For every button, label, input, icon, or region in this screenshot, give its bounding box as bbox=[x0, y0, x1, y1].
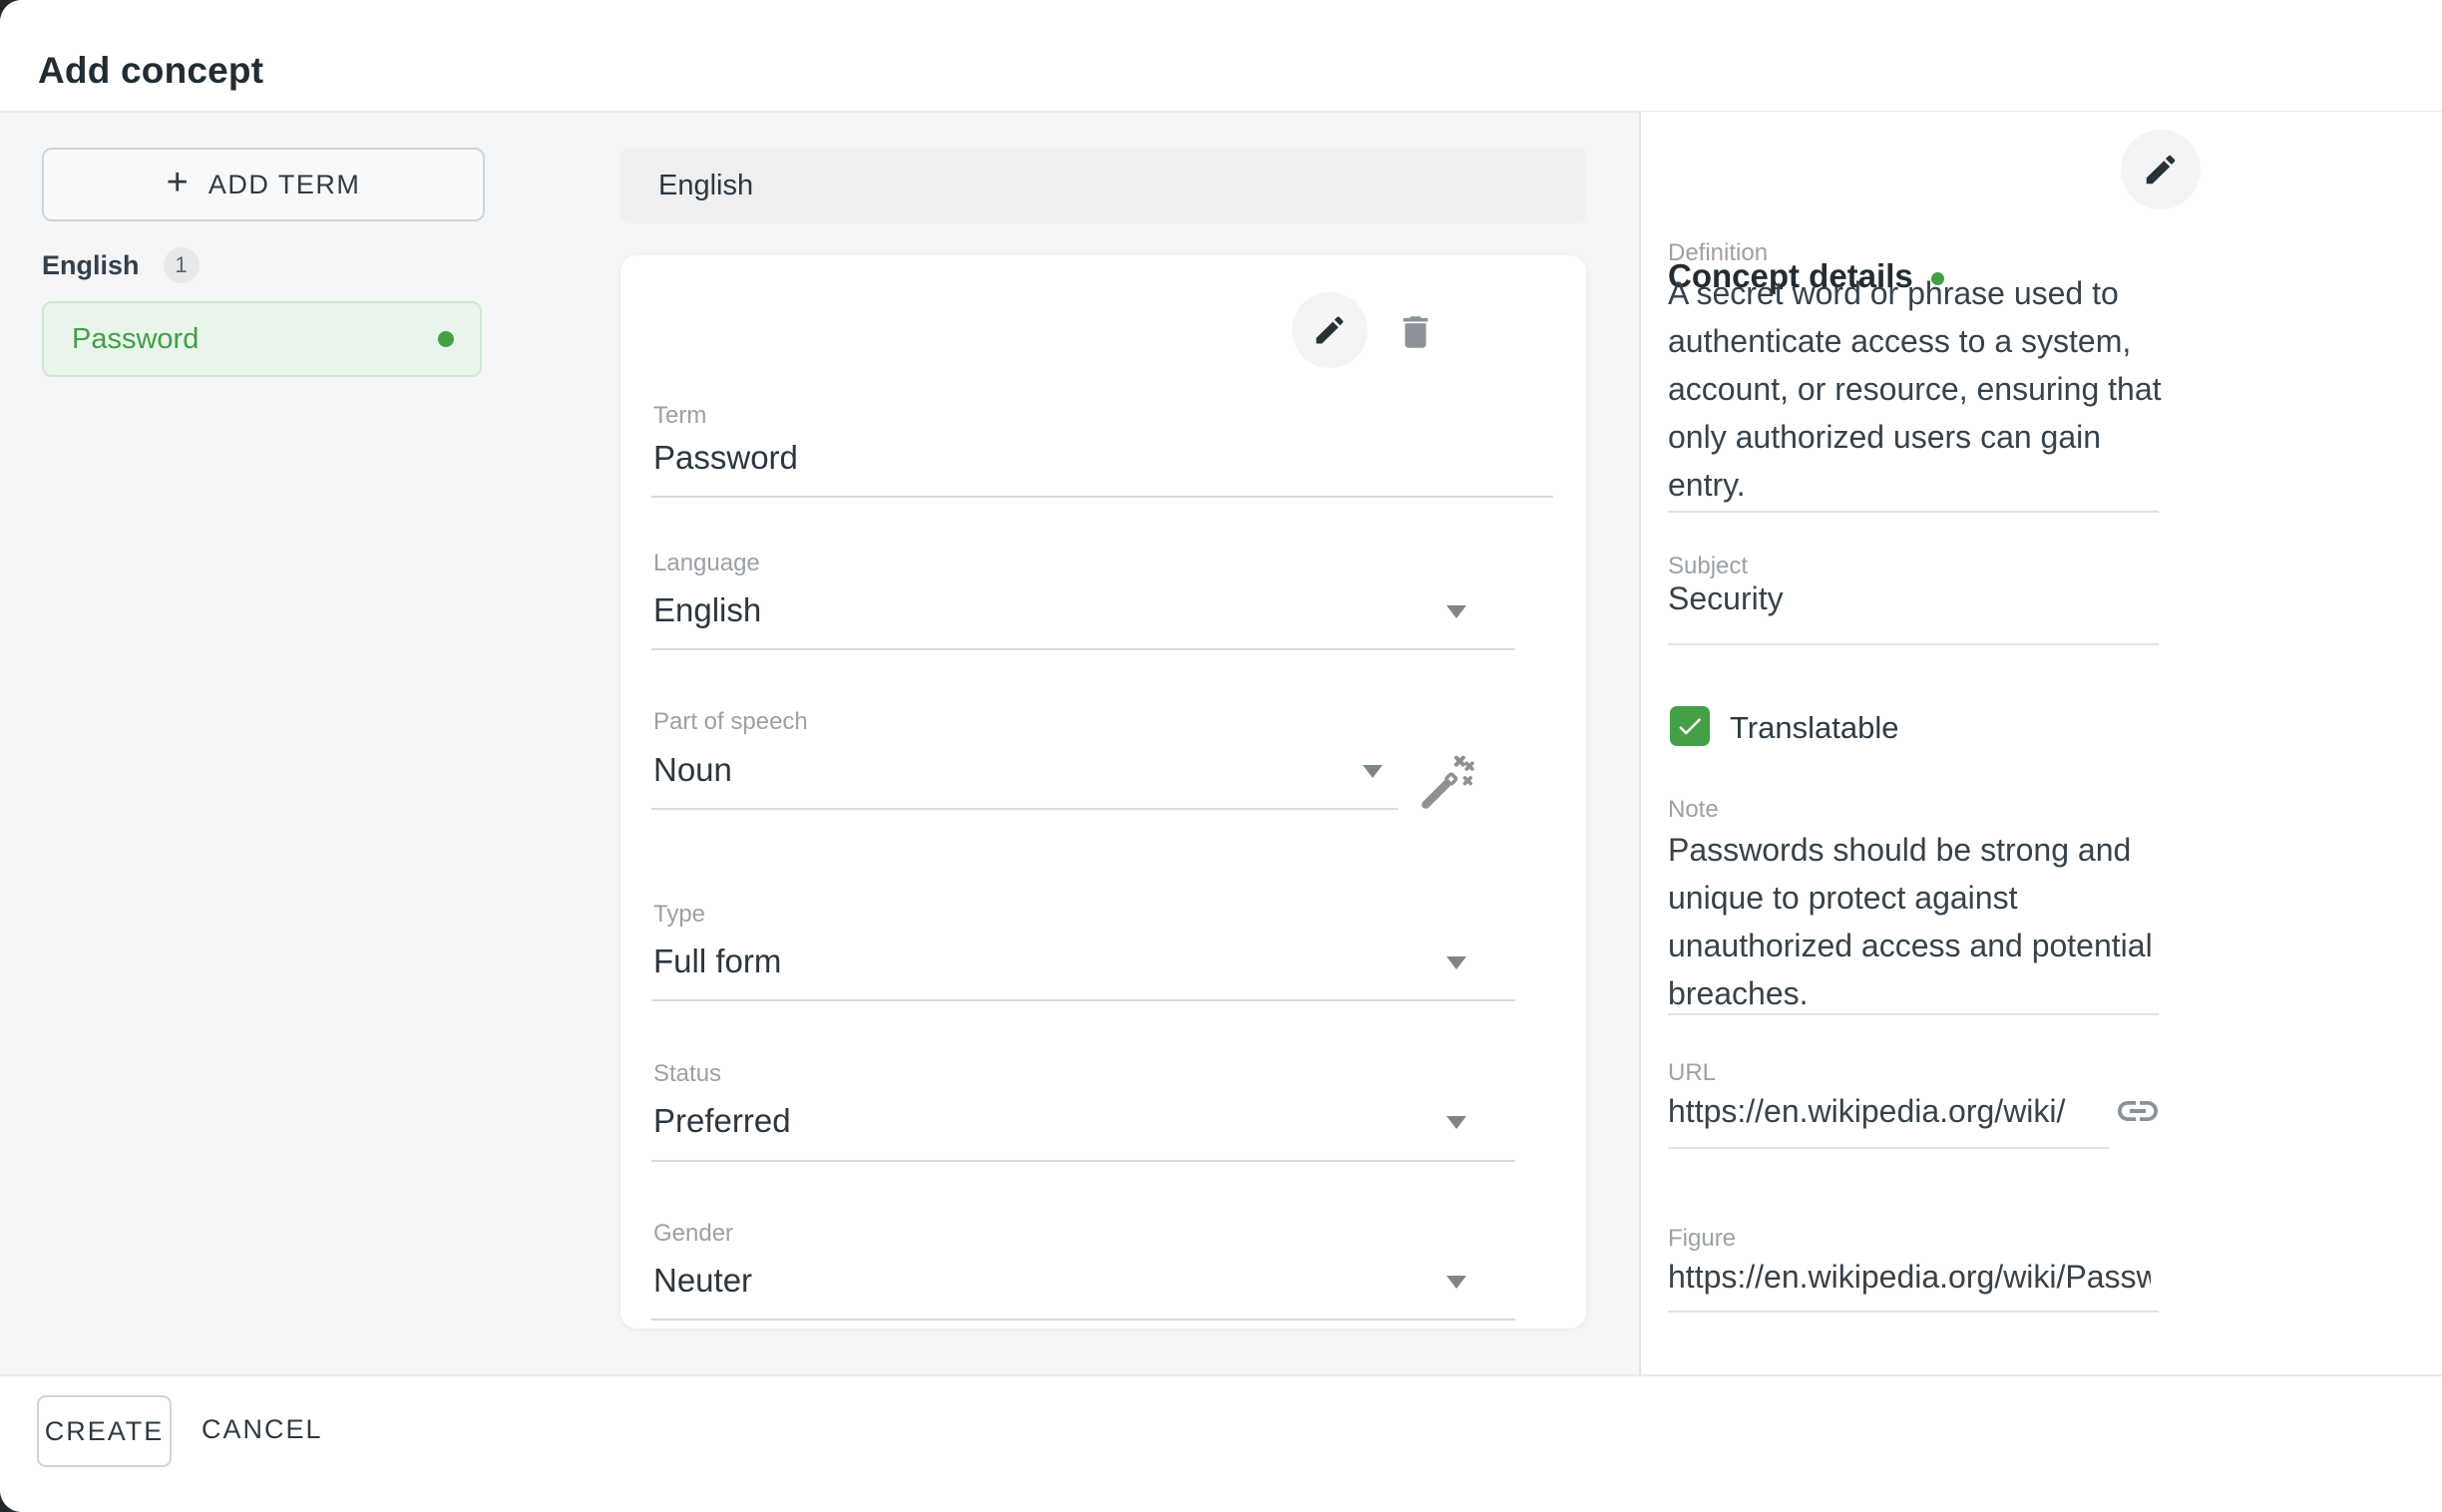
trash-icon bbox=[1395, 311, 1436, 353]
type-dropdown-arrow-icon[interactable] bbox=[1446, 956, 1466, 969]
status-field-underline bbox=[651, 1160, 1515, 1162]
gender-field-value[interactable]: Neuter bbox=[653, 1262, 752, 1300]
translatable-label: Translatable bbox=[1730, 710, 1898, 746]
part-of-speech-field-underline bbox=[651, 808, 1399, 810]
concept-details-panel: Concept details Definition A secret word… bbox=[1639, 112, 2442, 1374]
language-field-label: Language bbox=[653, 550, 760, 577]
checkmark-icon bbox=[1675, 711, 1705, 741]
language-dropdown-arrow-icon[interactable] bbox=[1446, 605, 1466, 618]
status-field-value[interactable]: Preferred bbox=[653, 1102, 791, 1140]
note-line: unauthorized access and potential bbox=[1668, 922, 2172, 969]
term-list-item-password[interactable]: Password bbox=[42, 301, 482, 377]
note-field-label: Note bbox=[1668, 796, 1719, 824]
figure-field-label: Figure bbox=[1668, 1225, 1736, 1253]
part-of-speech-field-label: Part of speech bbox=[653, 708, 808, 736]
part-of-speech-field-value[interactable]: Noun bbox=[653, 751, 732, 789]
type-field-underline bbox=[651, 999, 1515, 1001]
definition-line: authenticate access to a system, bbox=[1668, 317, 2172, 365]
pencil-icon bbox=[1312, 312, 1348, 348]
status-dropdown-arrow-icon[interactable] bbox=[1446, 1116, 1466, 1129]
type-field-value[interactable]: Full form bbox=[653, 943, 781, 980]
app-root: Add concept + ADD TERM English 1 Passwor… bbox=[0, 0, 2442, 1512]
definition-field-value[interactable]: A secret word or phrase used to authenti… bbox=[1668, 269, 2172, 509]
add-term-button[interactable]: + ADD TERM bbox=[42, 148, 485, 221]
plus-icon: + bbox=[167, 164, 189, 201]
editor-language-header-label: English bbox=[658, 170, 753, 202]
open-url-button[interactable] bbox=[2112, 1085, 2164, 1137]
dialog-footer: CREATE CANCEL bbox=[0, 1374, 2442, 1512]
definition-field-label: Definition bbox=[1668, 239, 1768, 267]
auto-detect-part-of-speech-button[interactable] bbox=[1419, 750, 1474, 812]
language-field-underline bbox=[651, 648, 1515, 650]
delete-term-button[interactable] bbox=[1393, 309, 1438, 355]
note-line: unique to protect against bbox=[1668, 874, 2172, 922]
definition-line: only authorized users can gain bbox=[1668, 413, 2172, 461]
language-field-value[interactable]: English bbox=[653, 591, 761, 629]
pencil-icon bbox=[2142, 151, 2180, 189]
type-field-label: Type bbox=[653, 901, 705, 929]
term-status-dot-icon bbox=[438, 331, 454, 347]
term-field-value[interactable]: Password bbox=[653, 439, 798, 477]
create-button[interactable]: CREATE bbox=[37, 1395, 172, 1467]
figure-field-value[interactable]: https://en.wikipedia.org/wiki/Passwo bbox=[1668, 1255, 2151, 1299]
add-term-label: ADD TERM bbox=[208, 170, 361, 200]
term-field-label: Term bbox=[653, 402, 706, 430]
note-field-underline bbox=[1668, 1013, 2159, 1015]
subject-field-underline bbox=[1668, 643, 2159, 645]
url-field-underline bbox=[1668, 1147, 2109, 1149]
language-group-label: English bbox=[42, 250, 140, 281]
definition-field-underline bbox=[1668, 511, 2159, 513]
language-group-header: English 1 bbox=[42, 247, 200, 283]
dialog-header: Add concept bbox=[0, 0, 2442, 113]
definition-line: A secret word or phrase used to bbox=[1668, 269, 2172, 317]
part-of-speech-dropdown-arrow-icon[interactable] bbox=[1363, 765, 1383, 778]
cancel-button[interactable]: CANCEL bbox=[186, 1395, 339, 1463]
add-concept-dialog: Add concept + ADD TERM English 1 Passwor… bbox=[0, 0, 2442, 1512]
gender-dropdown-arrow-icon[interactable] bbox=[1446, 1276, 1466, 1289]
note-line: breaches. bbox=[1668, 969, 2172, 1017]
editor-language-header: English bbox=[620, 148, 1586, 223]
status-field-label: Status bbox=[653, 1060, 721, 1088]
url-field-label: URL bbox=[1668, 1059, 1716, 1087]
term-count-badge: 1 bbox=[164, 247, 200, 283]
dialog-title: Add concept bbox=[38, 50, 263, 92]
link-icon bbox=[2114, 1087, 2162, 1135]
definition-line: account, or resource, ensuring that bbox=[1668, 365, 2172, 413]
gender-field-underline bbox=[651, 1319, 1515, 1321]
figure-field-underline bbox=[1668, 1311, 2159, 1313]
magic-wand-icon bbox=[1419, 750, 1474, 812]
edit-concept-details-button[interactable] bbox=[2121, 130, 2201, 209]
term-item-label: Password bbox=[72, 323, 199, 356]
translatable-checkbox[interactable] bbox=[1670, 706, 1710, 746]
url-field-value[interactable]: https://en.wikipedia.org/wiki/ bbox=[1668, 1089, 2065, 1133]
term-editor-card: Term Password Language English Part of s… bbox=[620, 255, 1586, 1328]
gender-field-label: Gender bbox=[653, 1220, 733, 1248]
note-line: Passwords should be strong and bbox=[1668, 826, 2172, 874]
definition-line: entry. bbox=[1668, 461, 2172, 509]
edit-term-button[interactable] bbox=[1292, 292, 1368, 368]
note-field-value[interactable]: Passwords should be strong and unique to… bbox=[1668, 826, 2172, 1017]
term-field-underline bbox=[651, 496, 1553, 498]
subject-field-value[interactable]: Security bbox=[1668, 576, 1784, 620]
